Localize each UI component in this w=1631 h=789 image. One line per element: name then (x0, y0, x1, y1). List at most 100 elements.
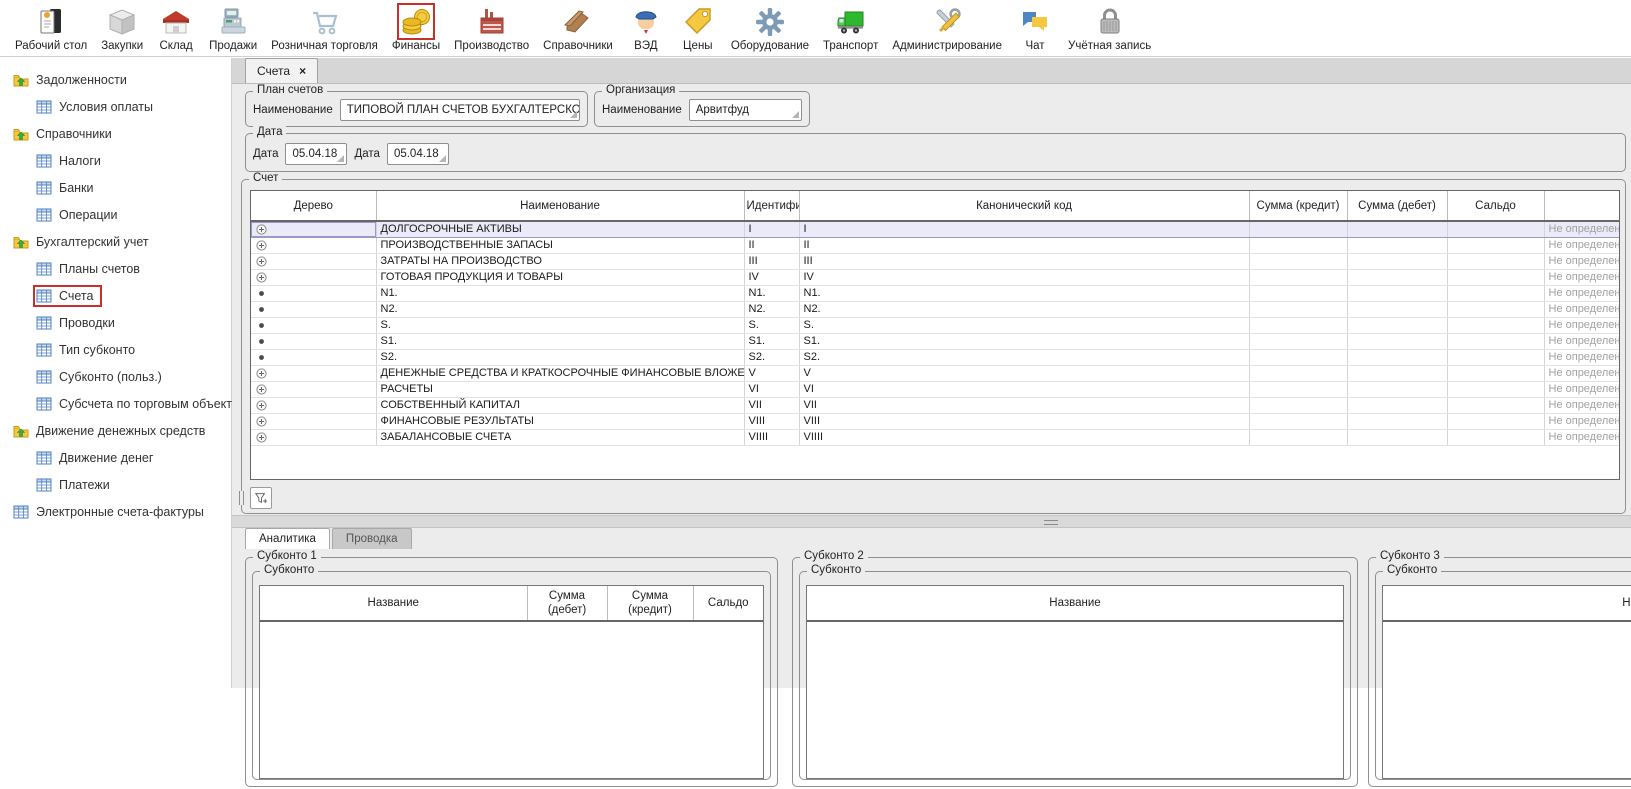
account-row[interactable]: ГОТОВАЯ ПРОДУКЦИЯ И ТОВАРЫIVIVНе определ… (251, 269, 1619, 285)
tree-cell[interactable] (251, 333, 376, 349)
sidebar-item-debts[interactable]: Задолженности (0, 66, 231, 93)
toolbar-item-administration[interactable]: Администрирование (885, 2, 1009, 53)
account-row[interactable]: ФИНАНСОВЫЕ РЕЗУЛЬТАТЫVIIIVIIIНе определе… (251, 413, 1619, 429)
bottom-tab-Проводка[interactable]: Проводка (332, 528, 412, 549)
column-header-Сумма (кредит)[interactable]: Сумма (кредит) (1249, 191, 1347, 221)
tree-cell[interactable] (251, 429, 376, 445)
table-icon (36, 288, 52, 304)
account-row[interactable]: S.S.S.Не определено (251, 317, 1619, 333)
account-row[interactable]: S2.S2.S2.Не определено (251, 349, 1619, 365)
subkonto-column-header[interactable]: Сумма (кредит) (607, 586, 693, 621)
account-row[interactable]: ПРОИЗВОДСТВЕННЫЕ ЗАПАСЫIIIIНе определено (251, 237, 1619, 253)
toolbar-item-transport[interactable]: Транспорт (816, 2, 885, 53)
status-cell: Не определено (1544, 333, 1619, 349)
account-row[interactable]: РАСЧЕТЫVIVIНе определено (251, 381, 1619, 397)
tree-cell[interactable] (251, 381, 376, 397)
toolbar-item-finance[interactable]: Финансы (385, 2, 447, 53)
resize-grip[interactable] (239, 491, 244, 505)
column-header-status[interactable] (1544, 191, 1619, 221)
item-frame: Тип субконто (33, 339, 144, 361)
toolbar-item-warehouse[interactable]: Склад (150, 2, 202, 53)
leaf-dot-icon (256, 304, 267, 315)
table-icon (36, 153, 52, 169)
tree-cell[interactable] (251, 397, 376, 413)
toolbar-item-retail[interactable]: Розничная торговля (264, 2, 385, 53)
tree-cell[interactable] (251, 221, 376, 237)
account-row[interactable]: S1.S1.S1.Не определено (251, 333, 1619, 349)
column-header-Канонический код[interactable]: Канонический код (799, 191, 1249, 221)
tree-cell[interactable] (251, 317, 376, 333)
sidebar-item-postings[interactable]: Проводки (0, 309, 231, 336)
sidebar-item-accounts[interactable]: Счета (0, 282, 231, 309)
subkonto-column-header[interactable]: Сальдо (693, 586, 763, 621)
toolbar-item-equipment[interactable]: Оборудование (724, 2, 816, 53)
toolbar-item-desktop[interactable]: Рабочий стол (8, 2, 94, 53)
tree-cell[interactable] (251, 301, 376, 317)
credit-sum-cell (1249, 285, 1347, 301)
bottom-tab-Аналитика[interactable]: Аналитика (245, 528, 330, 549)
toolbar-item-references[interactable]: Справочники (536, 2, 620, 53)
subkonto-table-container: Название (806, 585, 1344, 779)
subkonto-column-header[interactable]: Сумма (дебет) (527, 586, 607, 621)
sidebar-item-accounting[interactable]: Бухгалтерский учет (0, 228, 231, 255)
column-header-Сумма (дебет)[interactable]: Сумма (дебет) (1347, 191, 1447, 221)
accounts-header-row: ДеревоНаименованиеИдентифиКанонический к… (251, 191, 1619, 221)
account-row[interactable]: ЗАБАЛАНСОВЫЕ СЧЕТАVIIIIVIIIIНе определен… (251, 429, 1619, 445)
toolbar-item-production[interactable]: Производство (447, 2, 536, 53)
column-header-Дерево[interactable]: Дерево (251, 191, 376, 221)
tree-cell[interactable] (251, 237, 376, 253)
tree-cell[interactable] (251, 365, 376, 381)
sidebar-item-taxes[interactable]: Налоги (0, 147, 231, 174)
account-row[interactable]: ЗАТРАТЫ НА ПРОИЗВОДСТВОIIIIIIНе определе… (251, 253, 1619, 269)
sidebar-item-payments[interactable]: Платежи (0, 471, 231, 498)
tree-cell[interactable] (251, 269, 376, 285)
sidebar-item-chart-of-accounts[interactable]: Планы счетов (0, 255, 231, 282)
toolbar-item-chat[interactable]: Чат (1009, 2, 1061, 53)
plan-name-combobox[interactable]: ТИПОВОЙ ПЛАН СЧЕТОВ БУХГАЛТЕРСКОГО УЧЕТА (340, 99, 580, 121)
toolbar-item-prices[interactable]: Цены (672, 2, 724, 53)
sidebar-item-references[interactable]: Справочники (0, 120, 231, 147)
sidebar-item-operations[interactable]: Операции (0, 201, 231, 228)
column-header-Идентифи[interactable]: Идентифи (744, 191, 799, 221)
sidebar-item-money-movement[interactable]: Движение денег (0, 444, 231, 471)
toolbar-item-label: Транспорт (823, 40, 878, 52)
tree-cell[interactable] (251, 253, 376, 269)
date-to-field[interactable]: 05.04.18 (387, 143, 449, 165)
add-filter-button[interactable] (250, 487, 272, 509)
saldo-cell (1447, 413, 1544, 429)
toolbar-item-account[interactable]: Учётная запись (1061, 2, 1158, 53)
account-row[interactable]: N2.N2.N2.Не определено (251, 301, 1619, 317)
subkonto-column-header[interactable]: Название (1383, 586, 1631, 621)
account-row[interactable]: СОБСТВЕННЫЙ КАПИТАЛVIIVIIНе определено (251, 397, 1619, 413)
top-toolbar: Рабочий стол ЗакупкиСкладПродажиРозничная… (0, 0, 1631, 57)
horizontal-splitter[interactable] (232, 515, 1631, 528)
tree-cell[interactable] (251, 349, 376, 365)
sidebar-item-subkonto-type[interactable]: Тип субконто (0, 336, 231, 363)
column-header-Сальдо[interactable]: Сальдо (1447, 191, 1544, 221)
date-from-field[interactable]: 05.04.18 (285, 143, 347, 165)
toolbar-item-label: Администрирование (892, 40, 1002, 52)
toolbar-item-ved[interactable]: ВЭД (620, 2, 672, 53)
sidebar-item-label: Счета (59, 289, 93, 303)
tree-cell[interactable] (251, 413, 376, 429)
toolbar-item-sales[interactable]: Продажи (202, 2, 264, 53)
subkonto-column-header[interactable]: Название (260, 586, 527, 621)
account-row[interactable]: N1.N1.N1.Не определено (251, 285, 1619, 301)
sidebar-item-subaccounts-trade[interactable]: Субсчета по торговым объектам (0, 390, 231, 417)
toolbar-item-purchases[interactable]: Закупки (94, 2, 150, 53)
sidebar-item-subkonto-user[interactable]: Субконто (польз.) (0, 363, 231, 390)
organization-combobox[interactable]: Арвитфуд (689, 99, 802, 121)
sidebar-item-payment-terms[interactable]: Условия оплаты (0, 93, 231, 120)
column-header-Наименование[interactable]: Наименование (376, 191, 744, 221)
account-row[interactable]: ДЕНЕЖНЫЕ СРЕДСТВА И КРАТКОСРОЧНЫЕ ФИНАНС… (251, 365, 1619, 381)
account-row[interactable]: ДОЛГОСРОЧНЫЕ АКТИВЫIIНе определено (251, 221, 1619, 237)
sidebar-item-banks[interactable]: Банки (0, 174, 231, 201)
tab-close-icon[interactable]: × (299, 65, 306, 77)
splitter-handle[interactable] (1044, 520, 1058, 525)
sidebar-item-e-invoices[interactable]: Электронные счета-фактуры (0, 498, 231, 525)
tree-cell[interactable] (251, 285, 376, 301)
subkonto-column-header[interactable]: Название (807, 586, 1343, 621)
toolbar-item-label: Рабочий стол (15, 40, 87, 52)
tab-accounts[interactable]: Счета × (245, 58, 318, 83)
sidebar-item-cash-flow[interactable]: Движение денежных средств (0, 417, 231, 444)
